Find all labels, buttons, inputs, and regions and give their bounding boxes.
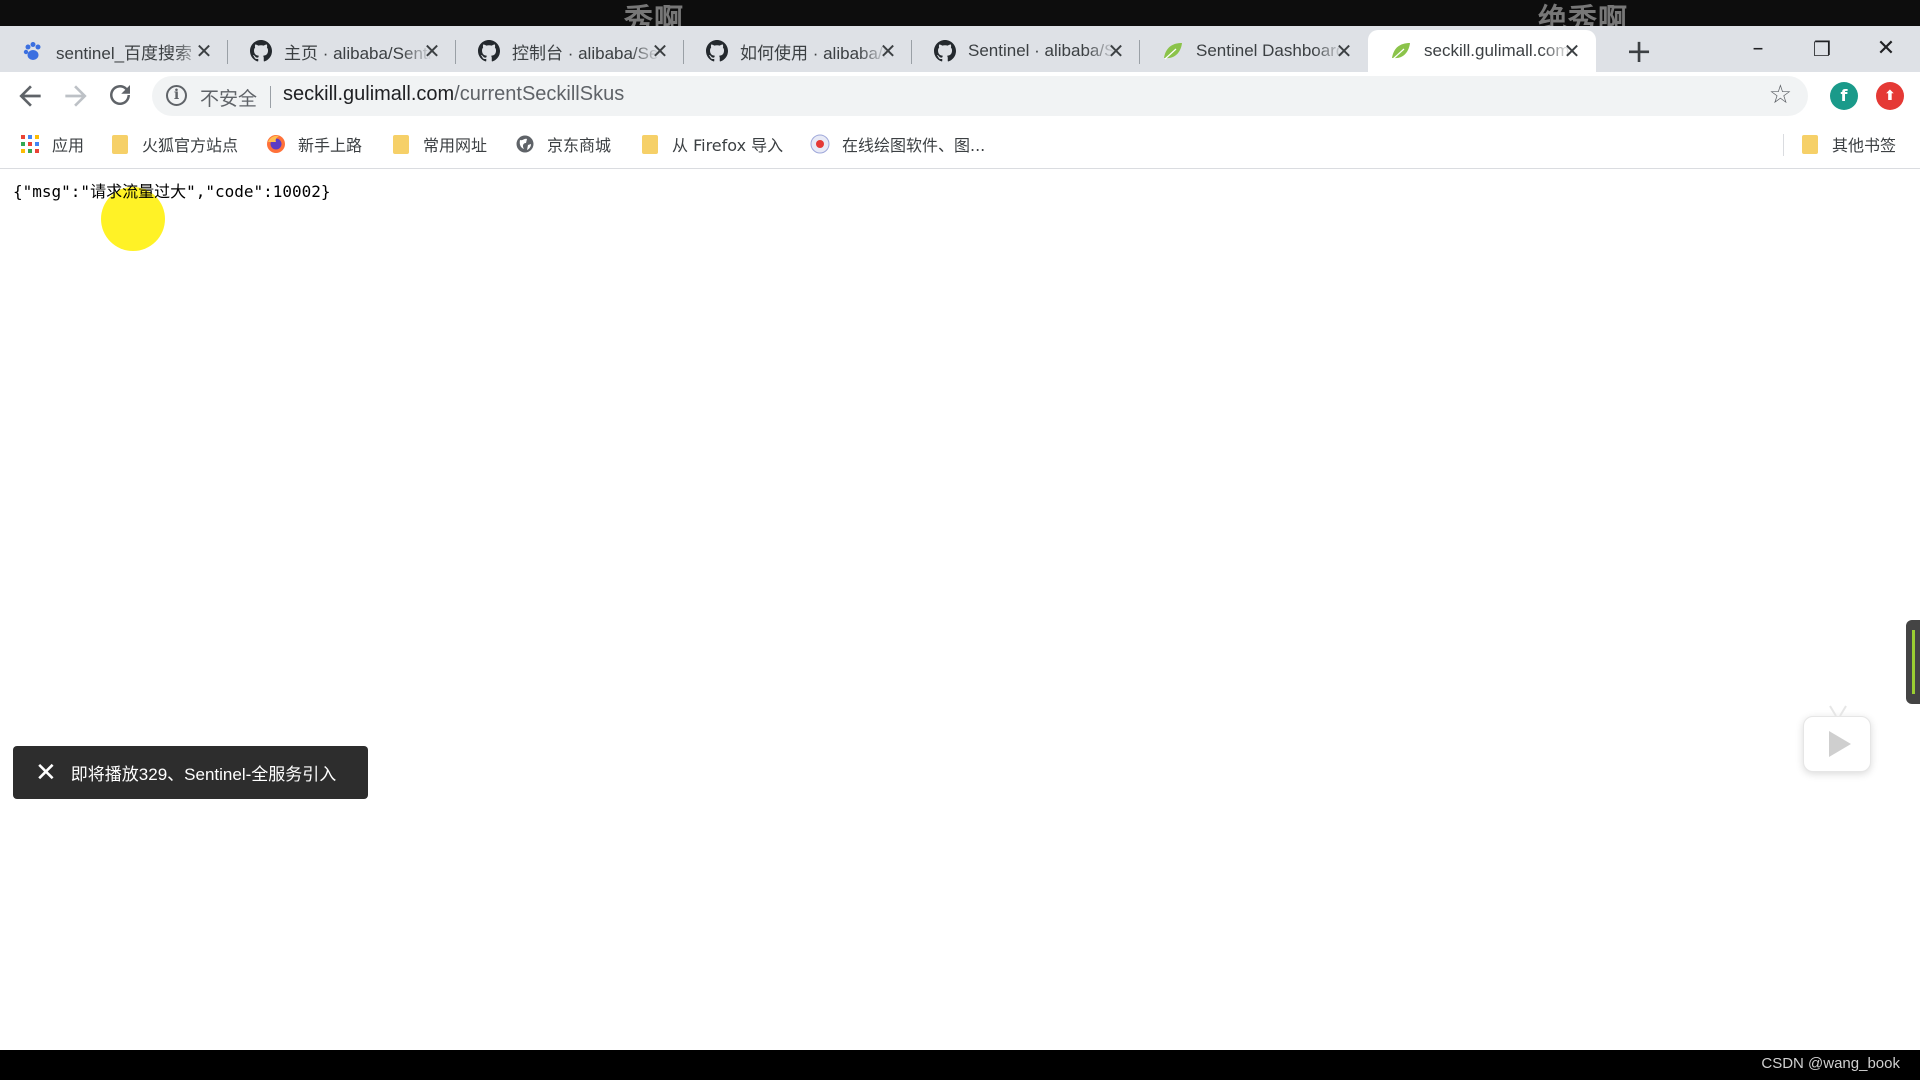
spring-leaf-icon <box>1390 40 1412 62</box>
apps-grid-icon <box>20 134 40 154</box>
close-window-button[interactable]: ✕ <box>1866 36 1906 64</box>
extension-f-icon[interactable]: f <box>1830 82 1858 110</box>
watermark: CSDN @wang_book <box>1761 1055 1900 1072</box>
tab-github-home[interactable]: 主页 · alibaba/Sentinel ✕ <box>228 30 456 72</box>
tab-close-icon[interactable]: ✕ <box>650 39 670 63</box>
bookmarks-bar: 应用 火狐官方站点 新手上路 常用网址 京东商城 从 Firefox 导入 在线… <box>0 120 1920 169</box>
tab-title: 控制台 · alibaba/Sentinel <box>512 43 660 63</box>
tab-close-icon[interactable]: ✕ <box>1106 39 1126 63</box>
bookmark-label: 常用网址 <box>423 136 488 155</box>
github-icon <box>706 40 728 62</box>
bookmark-getting-started[interactable]: 新手上路 <box>266 131 362 157</box>
bookmark-label: 在线绘图软件、图... <box>842 136 986 155</box>
reload-icon <box>110 85 130 105</box>
tab-github-usage[interactable]: 如何使用 · alibaba/Sentinel ✕ <box>684 30 912 72</box>
video-top-bar: 秀啊 绝秀啊 <box>0 0 1920 34</box>
bookmark-label: 应用 <box>52 136 85 155</box>
bookmark-firefox-site[interactable]: 火狐官方站点 <box>110 131 238 157</box>
bookmark-label: 京东商城 <box>547 136 612 155</box>
bookmark-jd[interactable]: 京东商城 <box>515 131 611 157</box>
url-path: /currentSeckillSkus <box>454 83 625 105</box>
url-host: seckill.gulimall.com <box>283 83 455 105</box>
security-status[interactable]: 不安全 <box>200 84 257 111</box>
tab-github-console[interactable]: 控制台 · alibaba/Sentinel ✕ <box>456 30 684 72</box>
browser-toolbar: i 不安全 seckill.gulimall.com/currentSeckil… <box>0 72 1920 120</box>
spring-leaf-icon <box>1162 40 1184 62</box>
bookmark-online-drawing[interactable]: 在线绘图软件、图... <box>810 131 985 157</box>
tab-title: Sentinel Dashboard <box>1196 41 1344 60</box>
bookmark-label: 新手上路 <box>298 136 363 155</box>
url-text[interactable]: seckill.gulimall.com/currentSeckillSkus <box>283 83 624 106</box>
next-video-toast[interactable]: ✕ 即将播放329、Sentinel-全服务引入 <box>13 746 368 799</box>
page-content: {"msg":"请求流量过大","code":10002} <box>0 170 1920 1050</box>
tab-close-icon[interactable]: ✕ <box>194 39 214 63</box>
baidu-paw-icon <box>22 40 44 62</box>
bookmark-firefox-import[interactable]: 从 Firefox 导入 <box>640 131 783 157</box>
info-icon[interactable]: i <box>166 85 187 106</box>
tab-close-icon[interactable]: ✕ <box>422 39 442 63</box>
github-icon <box>934 40 956 62</box>
tab-strip: sentinel_百度搜索 ✕ 主页 · alibaba/Sentinel ✕ … <box>0 26 1920 72</box>
tab-sentinel-dashboard[interactable]: Sentinel Dashboard ✕ <box>1140 30 1368 72</box>
tab-close-icon[interactable]: ✕ <box>1334 39 1354 63</box>
bookmark-label: 其他书签 <box>1832 136 1897 155</box>
play-icon <box>1829 731 1851 757</box>
next-video-label: 即将播放329、Sentinel-全服务引入 <box>70 765 337 784</box>
close-icon[interactable]: ✕ <box>35 760 57 786</box>
drawing-app-icon <box>810 134 830 154</box>
folder-icon <box>391 134 411 154</box>
tab-close-icon[interactable]: ✕ <box>1562 39 1582 63</box>
video-bottom-bar: CSDN @wang_book <box>0 1050 1920 1080</box>
firefox-icon <box>266 134 286 154</box>
arrow-left-icon <box>19 85 41 107</box>
tab-title: 如何使用 · alibaba/Sentinel <box>740 43 888 63</box>
bookmark-other[interactable]: 其他书签 <box>1800 131 1896 157</box>
forward-button[interactable] <box>60 80 92 112</box>
json-response: {"msg":"请求流量过大","code":10002} <box>13 182 331 201</box>
tab-close-icon[interactable]: ✕ <box>878 39 898 63</box>
back-button[interactable] <box>14 80 46 112</box>
tab-title: sentinel_百度搜索 <box>56 43 193 63</box>
folder-icon <box>110 134 130 154</box>
bookmark-label: 火狐官方站点 <box>142 136 239 155</box>
new-tab-button[interactable]: + <box>1624 34 1654 68</box>
minimize-button[interactable]: – <box>1738 36 1778 64</box>
reload-button[interactable] <box>104 80 136 112</box>
address-bar[interactable]: i 不安全 seckill.gulimall.com/currentSeckil… <box>152 76 1808 116</box>
tv-ears-icon <box>1829 705 1847 717</box>
folder-icon <box>1800 134 1820 154</box>
bookmark-common-sites[interactable]: 常用网址 <box>391 131 487 157</box>
bookmark-label: 从 Firefox 导入 <box>672 136 784 155</box>
tab-title: 主页 · alibaba/Sentinel <box>284 43 432 63</box>
browser-window: sentinel_百度搜索 ✕ 主页 · alibaba/Sentinel ✕ … <box>0 26 1920 1050</box>
extension-update-icon[interactable]: ⬆ <box>1876 82 1904 110</box>
bookmark-apps[interactable]: 应用 <box>20 131 84 157</box>
restore-button[interactable]: ❐ <box>1802 36 1842 64</box>
side-panel-handle[interactable] <box>1906 620 1920 704</box>
github-icon <box>250 40 272 62</box>
folder-icon <box>640 134 660 154</box>
bookmark-star-icon[interactable]: ☆ <box>1769 80 1792 110</box>
arrow-right-icon <box>65 85 87 107</box>
tab-seckill-active[interactable]: seckill.gulimall.com ✕ <box>1368 30 1596 72</box>
tab-title: Sentinel · alibaba/Sentinel <box>968 41 1116 60</box>
tab-github-sentinel[interactable]: Sentinel · alibaba/Sentinel ✕ <box>912 30 1140 72</box>
play-button[interactable] <box>1803 705 1871 772</box>
github-icon <box>478 40 500 62</box>
globe-icon <box>515 134 535 154</box>
tab-title: seckill.gulimall.com <box>1424 41 1570 60</box>
tab-baidu-search[interactable]: sentinel_百度搜索 ✕ <box>0 30 228 72</box>
